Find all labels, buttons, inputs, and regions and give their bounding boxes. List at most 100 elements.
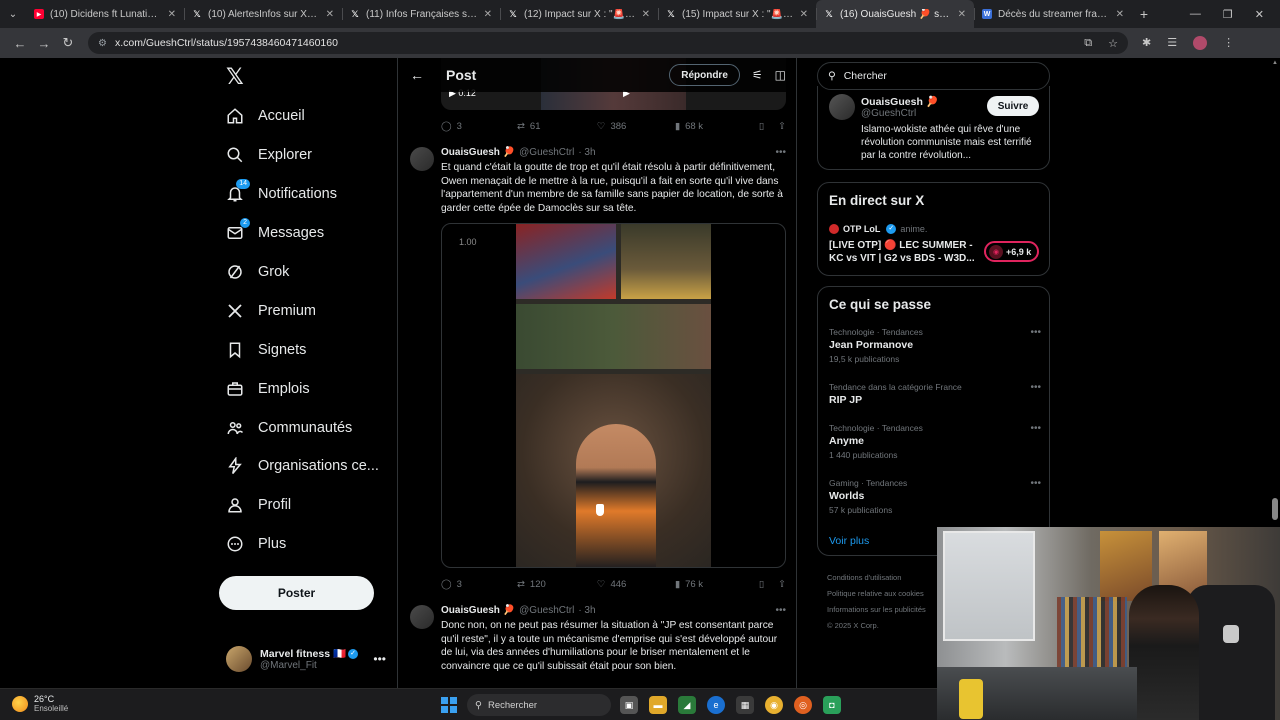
- windows-start-icon[interactable]: [441, 697, 457, 713]
- repost-action[interactable]: ⇄ 120: [517, 579, 597, 590]
- back-arrow-icon[interactable]: ←: [8, 36, 32, 51]
- nav-item-jobs[interactable]: Emplois: [226, 374, 310, 404]
- bookmark-icon[interactable]: ▯: [759, 579, 764, 590]
- author-name[interactable]: OuaisGuesh 🏓: [441, 147, 515, 158]
- browser-tab[interactable]: 𝕏 (11) Infos Françaises sur X : "DI... ✕: [342, 0, 500, 28]
- tab-search-icon[interactable]: ⌄: [0, 0, 26, 28]
- share-icon[interactable]: ⇪: [778, 579, 786, 590]
- more-dots-icon[interactable]: •••: [1030, 423, 1041, 434]
- close-window-icon[interactable]: ✕: [1255, 8, 1264, 21]
- author-handle[interactable]: @GueshCtrl: [519, 147, 574, 158]
- more-dots-icon[interactable]: •••: [775, 605, 786, 616]
- restore-icon[interactable]: ❐: [1223, 8, 1233, 21]
- file-explorer-icon[interactable]: ▬: [649, 696, 667, 714]
- nav-item-more[interactable]: Plus: [226, 529, 286, 559]
- extensions-icon[interactable]: ✱: [1142, 36, 1151, 50]
- nvidia-icon[interactable]: ◢: [678, 696, 696, 714]
- reply-button[interactable]: Répondre: [669, 64, 740, 86]
- more-dots-icon[interactable]: •••: [775, 147, 786, 158]
- scroll-up-icon[interactable]: ▲: [1272, 60, 1278, 66]
- chrome-icon[interactable]: ◉: [765, 696, 783, 714]
- task-view-icon[interactable]: ▣: [620, 696, 638, 714]
- profile-name[interactable]: OuaisGuesh 🏓: [861, 95, 939, 108]
- tab-close-icon[interactable]: ✕: [484, 9, 492, 20]
- tab-close-icon[interactable]: ✕: [800, 9, 808, 20]
- menu-icon[interactable]: ⋮: [1223, 36, 1234, 50]
- profile-handle[interactable]: @GueshCtrl: [861, 108, 916, 119]
- footer-link-terms[interactable]: Conditions d'utilisation: [827, 570, 947, 586]
- footer-link-cookies[interactable]: Politique relative aux cookies: [827, 586, 947, 602]
- tab-close-icon[interactable]: ✕: [958, 9, 966, 20]
- live-viewers-pill[interactable]: ◉ +6,9 k: [984, 241, 1039, 262]
- nav-item-premium[interactable]: Premium: [226, 296, 316, 326]
- scrollbar-thumb[interactable]: [1272, 498, 1278, 520]
- url-field[interactable]: ⚙ x.com/GueshCtrl/status/195743846047146…: [88, 32, 1128, 54]
- tweet-time[interactable]: · 3h: [578, 605, 595, 616]
- tweet-video[interactable]: 1.00: [441, 223, 786, 568]
- playback-speed[interactable]: 1.00: [459, 237, 477, 247]
- trend-item[interactable]: Technologie · Tendances Jean Pormanove 1…: [829, 327, 1041, 364]
- avatar[interactable]: [410, 147, 434, 171]
- new-tab-button[interactable]: +: [1132, 6, 1156, 22]
- back-arrow-icon[interactable]: ←: [410, 67, 424, 83]
- account-switcher[interactable]: Marvel fitness 🇫🇷 ✓ @Marvel_Fit •••: [226, 643, 386, 675]
- profile-avatar-icon[interactable]: [1193, 36, 1208, 50]
- repost-action[interactable]: ⇄ 61: [517, 121, 597, 132]
- minimize-icon[interactable]: —: [1190, 8, 1201, 21]
- search-input[interactable]: ⚲ Chercher: [817, 62, 1050, 90]
- trend-item[interactable]: Technologie · Tendances Anyme 1 440 publ…: [829, 423, 1041, 460]
- install-app-icon[interactable]: ⧉: [1084, 37, 1092, 50]
- nav-item-grok[interactable]: Grok: [226, 257, 289, 287]
- tab-close-icon[interactable]: ✕: [1116, 9, 1124, 20]
- forward-arrow-icon[interactable]: →: [32, 36, 56, 51]
- avatar[interactable]: [829, 94, 855, 120]
- tab-close-icon[interactable]: ✕: [642, 9, 650, 20]
- footer-link-ads[interactable]: Informations sur les publicités: [827, 602, 947, 618]
- nav-item-messages[interactable]: 2 Messages: [226, 218, 324, 248]
- nav-item-communities[interactable]: Communautés: [226, 413, 352, 443]
- views-action[interactable]: ▮ 68 k: [675, 121, 759, 132]
- reload-icon[interactable]: ↻: [56, 35, 80, 51]
- taskbar-search[interactable]: ⚲ Rechercher: [467, 694, 611, 716]
- nav-item-organizations[interactable]: Organisations ce...: [226, 451, 379, 481]
- like-action[interactable]: ♡ 446: [597, 579, 675, 590]
- nav-item-profile[interactable]: Profil: [226, 490, 291, 520]
- store-icon[interactable]: ▦: [736, 696, 754, 714]
- browser-tab[interactable]: 𝕏 (15) Impact sur X : "🚨FR ALERT... ✕: [658, 0, 816, 28]
- share-icon[interactable]: ⇪: [778, 121, 786, 132]
- more-dots-icon[interactable]: •••: [1030, 382, 1041, 393]
- sidebar-icon[interactable]: ☰: [1167, 36, 1177, 50]
- site-info-icon[interactable]: ⚙: [98, 38, 107, 49]
- live-source[interactable]: OTP LoL ✓ anime.: [829, 224, 927, 234]
- see-more-link[interactable]: Voir plus: [829, 535, 869, 547]
- post-button[interactable]: Poster: [219, 576, 374, 610]
- filter-icon[interactable]: ⚟: [752, 68, 763, 82]
- follow-button[interactable]: Suivre: [987, 96, 1039, 116]
- reader-view-icon[interactable]: ◫: [775, 68, 786, 82]
- author-name[interactable]: OuaisGuesh 🏓: [441, 605, 515, 616]
- tweet-time[interactable]: · 3h: [578, 147, 595, 158]
- bookmark-icon[interactable]: ▯: [759, 121, 764, 132]
- tab-close-icon[interactable]: ✕: [168, 9, 176, 20]
- nav-item-bookmarks[interactable]: Signets: [226, 335, 306, 365]
- author-handle[interactable]: @GueshCtrl: [519, 605, 574, 616]
- weather-widget[interactable]: 26°C Ensoleillé: [12, 694, 68, 714]
- more-dots-icon[interactable]: •••: [1030, 327, 1041, 338]
- trend-item[interactable]: Gaming · Tendances Worlds 57 k publicati…: [829, 478, 1041, 515]
- browser-tab[interactable]: 𝕏 (12) Impact sur X : "🚨FR AL... ✕: [500, 0, 658, 28]
- browser-tab[interactable]: W Décès du streamer français « Je... ✕: [974, 0, 1132, 28]
- like-action[interactable]: ♡ 386: [597, 121, 675, 132]
- x-logo-icon[interactable]: 𝕏: [226, 64, 244, 90]
- reply-action[interactable]: ◯ 3: [441, 121, 517, 132]
- live-stream-title[interactable]: [LIVE OTP] 🔴 LEC SUMMER - KC vs VIT | G2…: [829, 239, 979, 265]
- avatar[interactable]: [410, 605, 434, 629]
- browser-tab-active[interactable]: 𝕏 (16) OuaisGuesh 🏓 sur X : "... ✕: [816, 0, 974, 28]
- browser-tab[interactable]: ▶ (10) Dicidens ft Lunatic - De la... ✕: [26, 0, 184, 28]
- more-dots-icon[interactable]: •••: [1030, 478, 1041, 489]
- nav-item-home[interactable]: Accueil: [226, 101, 305, 131]
- tab-close-icon[interactable]: ✕: [326, 9, 334, 20]
- star-icon[interactable]: ☆: [1108, 37, 1118, 50]
- firefox-icon[interactable]: ◎: [794, 696, 812, 714]
- trend-item[interactable]: Tendance dans la catégorie France RIP JP…: [829, 382, 1041, 406]
- nav-item-notifications[interactable]: 14 Notifications: [226, 179, 337, 209]
